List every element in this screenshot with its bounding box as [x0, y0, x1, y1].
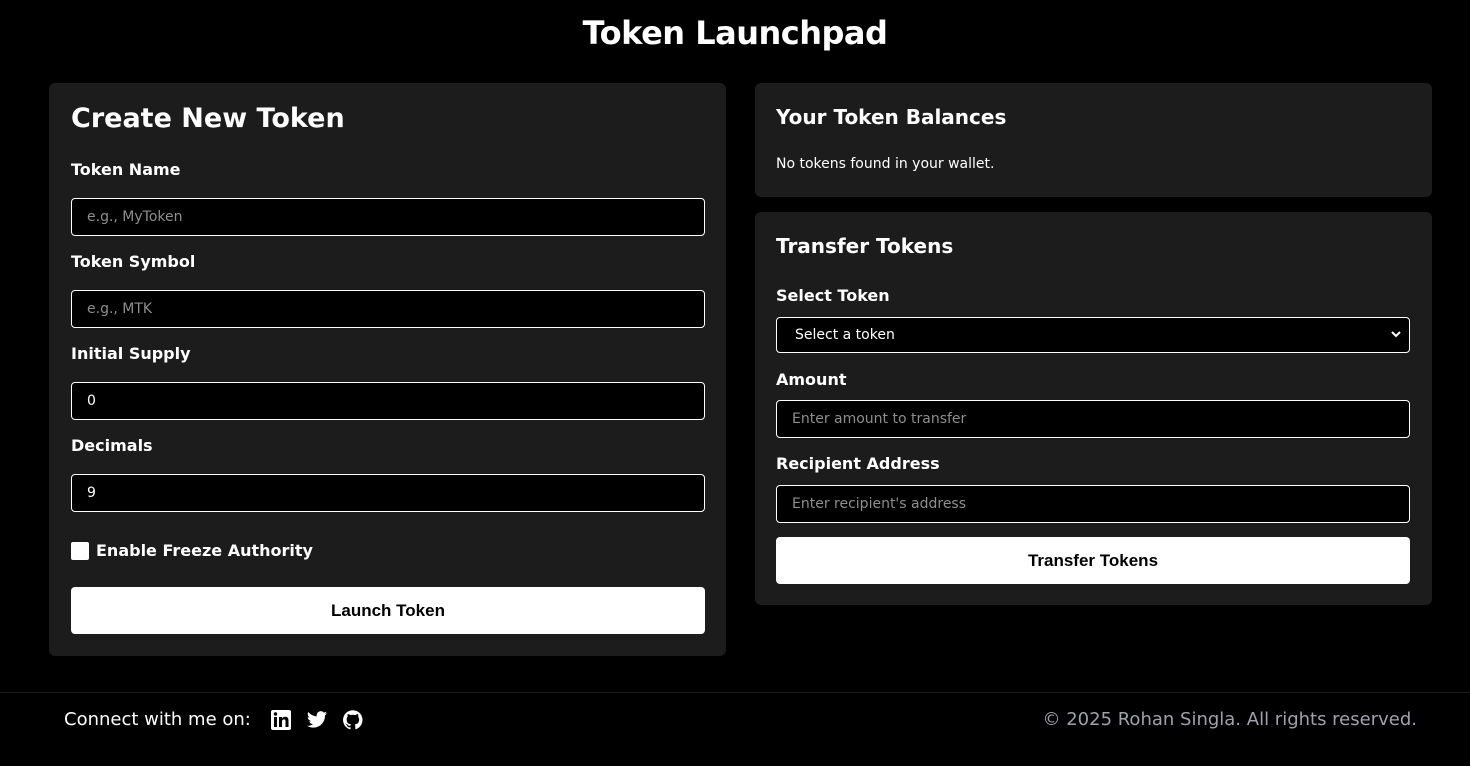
empty-balances-text: No tokens found in your wallet. [776, 156, 995, 172]
recipient-address-label: Recipient Address [776, 454, 940, 473]
select-token-dropdown[interactable]: Select a token [776, 317, 1410, 353]
freeze-authority-checkbox[interactable] [71, 541, 89, 560]
freeze-authority-row: Enable Freeze Authority [71, 541, 313, 560]
page-title: Token Launchpad [582, 14, 888, 52]
decimals-input[interactable] [71, 474, 705, 512]
transfer-tokens-card: Transfer Tokens Select Token Select a to… [755, 212, 1432, 605]
initial-supply-label: Initial Supply [71, 344, 191, 363]
connect-text: Connect with me on: [64, 709, 251, 730]
token-name-label: Token Name [71, 160, 181, 179]
select-token-value: Select a token [795, 327, 895, 343]
initial-supply-input[interactable] [71, 382, 705, 420]
copyright-text: © 2025 Rohan Singla. All rights reserved… [1042, 709, 1417, 730]
linkedin-icon[interactable] [270, 709, 292, 731]
footer: Connect with me on: © 2025 Rohan Singla.… [0, 692, 1470, 766]
transfer-tokens-title: Transfer Tokens [776, 234, 954, 258]
transfer-tokens-button[interactable]: Transfer Tokens [776, 537, 1410, 584]
decimals-label: Decimals [71, 436, 153, 455]
create-token-title: Create New Token [71, 103, 345, 134]
token-symbol-label: Token Symbol [71, 252, 196, 271]
chevron-down-icon [1391, 331, 1401, 338]
create-token-card: Create New Token Token Name Token Symbol… [49, 83, 726, 656]
launch-token-button[interactable]: Launch Token [71, 587, 705, 634]
github-icon[interactable] [342, 709, 364, 731]
freeze-authority-label: Enable Freeze Authority [96, 541, 313, 560]
token-balances-card: Your Token Balances No tokens found in y… [755, 83, 1432, 197]
recipient-address-input[interactable] [776, 485, 1410, 523]
token-balances-title: Your Token Balances [776, 105, 1007, 129]
select-token-label: Select Token [776, 286, 890, 305]
token-symbol-input[interactable] [71, 290, 705, 328]
amount-input[interactable] [776, 400, 1410, 438]
twitter-icon[interactable] [306, 709, 328, 731]
token-name-input[interactable] [71, 198, 705, 236]
amount-label: Amount [776, 370, 847, 389]
